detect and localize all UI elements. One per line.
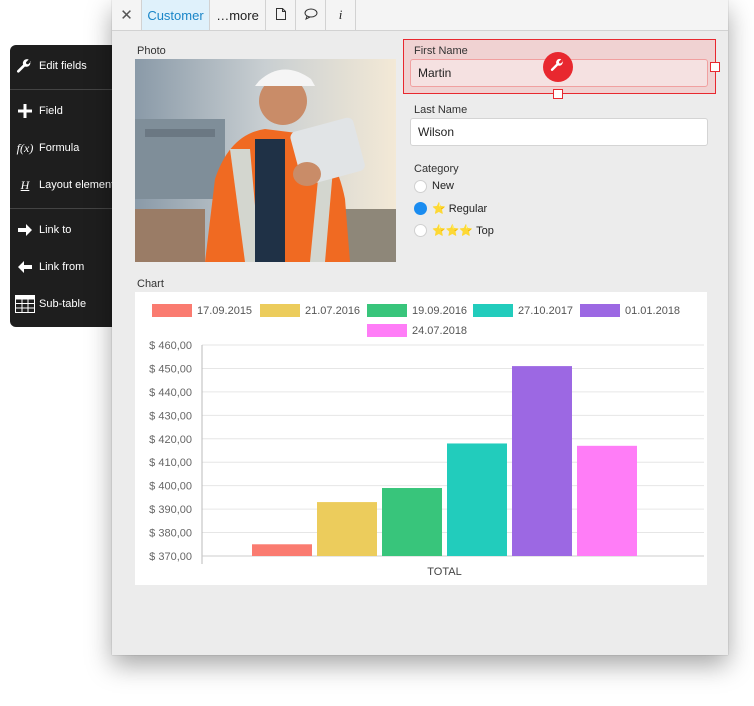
palette-link-from-label: Link from	[39, 261, 85, 273]
palette-edit-fields-label: Edit fields	[39, 60, 87, 72]
customer-photo[interactable]	[135, 59, 396, 262]
document-button[interactable]	[266, 0, 296, 30]
y-tick-label: $ 380,00	[149, 528, 192, 540]
edit-field-button[interactable]	[543, 52, 573, 82]
first-name-label: First Name	[414, 45, 468, 57]
layout-element-icon: H	[20, 177, 30, 192]
y-tick-label: $ 400,00	[149, 481, 192, 493]
resize-handle-right[interactable]	[710, 62, 720, 72]
category-option-label: New	[432, 180, 455, 192]
category-option-label: Regular	[448, 202, 488, 215]
chart-label: Chart	[137, 278, 164, 290]
category-option-regular[interactable]: ⭐ Regular	[432, 202, 488, 216]
chart-card: 17.09.2015 21.07.2016 19.09.2016 27.10.2017…	[135, 292, 707, 585]
y-tick-label: $ 450,00	[149, 363, 192, 375]
y-tick-label: $ 370,00	[149, 551, 192, 563]
chart-bar[interactable]	[512, 366, 572, 556]
palette-link-from[interactable]: Link from	[15, 257, 84, 277]
y-tick-label: $ 420,00	[149, 434, 192, 446]
palette-formula-label: Formula	[39, 142, 80, 154]
last-name-field[interactable]: Wilson	[410, 118, 708, 146]
photo-label: Photo	[137, 45, 166, 57]
category-label: Category	[414, 163, 459, 175]
chart-bar[interactable]	[577, 445, 637, 556]
arrow-right-icon	[15, 220, 35, 240]
category-option-new[interactable]: New	[432, 180, 454, 192]
category-radio-top[interactable]	[414, 224, 427, 237]
palette-layout-element[interactable]: H Layout element	[15, 175, 115, 195]
wrench-icon	[550, 57, 566, 78]
chart-bar[interactable]	[317, 502, 377, 556]
speech-bubble-icon	[304, 8, 318, 23]
palette-edit-fields[interactable]: Edit fields	[15, 56, 87, 76]
bar-chart: $ 370,00 $ 380,00 $ 390,00 $ 400,00 $ 410,00…	[149, 340, 704, 578]
plus-icon	[15, 101, 35, 121]
palette-sub-table[interactable]: Sub-table	[15, 294, 86, 314]
x-tick-label: TOTAL	[427, 566, 461, 578]
chart-bar[interactable]	[252, 544, 312, 556]
category-radio-new[interactable]	[414, 180, 427, 193]
document-icon	[275, 7, 286, 23]
arrow-left-icon	[15, 257, 35, 277]
y-tick-label: $ 390,00	[149, 504, 192, 516]
chart-bar[interactable]	[382, 488, 442, 556]
wrench-icon	[15, 56, 35, 76]
close-button[interactable]: ✕	[112, 0, 142, 30]
y-tick-label: $ 410,00	[149, 457, 192, 469]
last-name-label: Last Name	[414, 104, 468, 116]
palette-link-to[interactable]: Link to	[15, 220, 71, 240]
y-tick-label: $ 430,00	[149, 410, 192, 422]
comment-button[interactable]	[296, 0, 326, 30]
resize-handle-bottom[interactable]	[553, 89, 563, 99]
palette-divider	[10, 208, 121, 209]
info-button[interactable]: i	[326, 0, 356, 30]
palette-layout-element-label: Layout element	[39, 179, 115, 191]
palette-sub-table-label: Sub-table	[39, 298, 87, 310]
category-option-label: Top	[476, 224, 494, 237]
category-option-top[interactable]: ⭐⭐⭐ Top	[432, 224, 494, 238]
tab-bar: ✕ Customer …more i	[112, 0, 728, 31]
tab-customer[interactable]: Customer	[142, 0, 210, 30]
palette-field-label: Field	[39, 105, 63, 117]
y-tick-label: $ 440,00	[149, 387, 192, 399]
palette-field[interactable]: Field	[15, 101, 63, 121]
formula-icon: f(x)	[16, 140, 34, 155]
palette-formula[interactable]: f(x) Formula	[15, 138, 80, 158]
star-icon: ⭐⭐⭐	[432, 225, 474, 237]
table-icon	[15, 294, 35, 314]
tab-more[interactable]: …more	[210, 0, 266, 30]
record-window: ✕ Customer …more i Photo First Name Mart…	[112, 0, 728, 655]
chart-bar[interactable]	[447, 443, 507, 556]
palette-divider	[10, 89, 121, 90]
star-icon: ⭐	[432, 203, 446, 215]
layout-palette: Edit fields Field f(x) Formula H Layout …	[10, 45, 121, 327]
palette-link-to-label: Link to	[39, 224, 72, 236]
y-tick-label: $ 460,00	[149, 340, 192, 352]
category-radio-regular[interactable]	[414, 202, 427, 215]
